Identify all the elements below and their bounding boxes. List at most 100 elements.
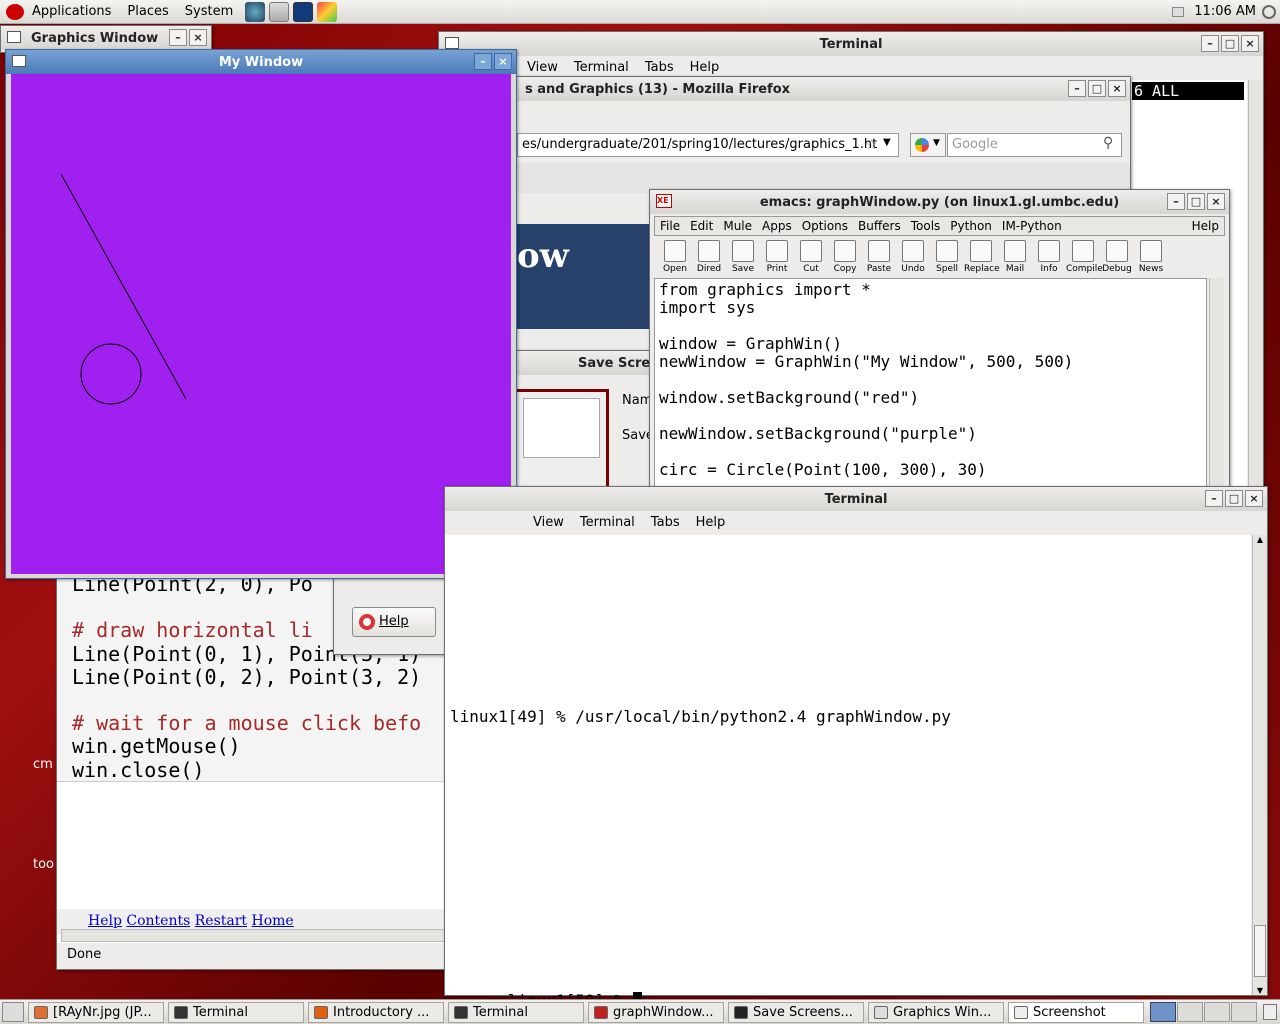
emacs-toolbar-print-button[interactable]: Print <box>760 238 794 278</box>
bookmark-star-icon[interactable]: ☆ <box>865 137 878 153</box>
close-button[interactable]: × <box>1207 193 1225 210</box>
emacs-scrollbar[interactable] <box>1209 278 1224 488</box>
emacs-titlebar[interactable]: XE emacs: graphWindow.py (on linux1.gl.u… <box>650 190 1229 214</box>
taskbar-item[interactable]: Graphics Win... <box>868 1001 1004 1023</box>
close-button[interactable]: × <box>189 29 207 46</box>
emacs-toolbar-debug-button[interactable]: Debug <box>1100 238 1134 278</box>
network-launcher-icon[interactable] <box>245 1 266 22</box>
emacs-buffer[interactable]: from graphics import * import sys window =… <box>654 278 1207 488</box>
close-button[interactable]: × <box>1108 80 1126 97</box>
maximize-button[interactable]: □ <box>1225 490 1243 507</box>
emacs-toolbar-open-button[interactable]: Open <box>658 238 692 278</box>
terminal-launcher-icon[interactable] <box>293 1 314 22</box>
search-input[interactable]: Google <box>947 133 1122 157</box>
emacs-toolbar-info-button[interactable]: Info <box>1032 238 1066 278</box>
minimize-button[interactable]: – <box>474 53 492 70</box>
show-desktop-icon[interactable] <box>2 1002 24 1022</box>
search-icon[interactable]: ⚲ <box>1103 135 1113 151</box>
minimize-button[interactable]: – <box>1167 193 1185 210</box>
emacs-toolbar-paste-button[interactable]: Paste <box>862 238 896 278</box>
close-button[interactable]: × <box>1245 490 1263 507</box>
close-button[interactable]: × <box>494 53 512 70</box>
emacs-toolbar-mail-button[interactable]: Mail <box>998 238 1032 278</box>
menu-view[interactable]: View <box>519 60 566 75</box>
minimize-button[interactable]: – <box>1205 490 1223 507</box>
menu-terminal[interactable]: Terminal <box>566 60 637 75</box>
workspace-switcher[interactable] <box>1150 1002 1257 1022</box>
trash-icon[interactable] <box>1263 1004 1277 1020</box>
close-button[interactable]: × <box>1241 35 1259 52</box>
terminal-front-titlebar[interactable]: Terminal – □ × <box>445 487 1267 511</box>
emacs-menu-python[interactable]: Python <box>945 219 997 233</box>
url-dropdown-icon[interactable]: ▼ <box>883 137 891 148</box>
tray-icon[interactable] <box>1172 6 1185 17</box>
url-bar[interactable]: es/undergraduate/201/spring10/lectures/g… <box>517 133 899 157</box>
clock[interactable]: 11:06 AM <box>1194 4 1256 19</box>
minimize-button[interactable]: – <box>1201 35 1219 52</box>
google-icon <box>915 138 929 152</box>
taskbar-item[interactable]: Save Screens... <box>728 1001 864 1023</box>
taskbar-item[interactable]: Terminal <box>168 1001 304 1023</box>
terminal-front-content[interactable]: linux1[49] % /usr/local/bin/python2.4 gr… <box>445 535 1251 1010</box>
terminal-front-scrollbar[interactable]: ▲ ▼ <box>1252 535 1267 995</box>
graph-canvas[interactable] <box>11 74 511 574</box>
redhat-logo-icon[interactable] <box>6 3 24 20</box>
emacs-menu-help[interactable]: Help <box>1187 219 1224 233</box>
emacs-menu-file[interactable]: File <box>655 219 685 233</box>
emacs-toolbar-copy-button[interactable]: Copy <box>828 238 862 278</box>
restart-link[interactable]: Restart <box>195 913 247 929</box>
contents-link[interactable]: Contents <box>126 913 190 929</box>
emacs-menu-apps[interactable]: Apps <box>757 219 797 233</box>
maximize-button[interactable]: □ <box>1088 80 1106 97</box>
scroll-up-arrow[interactable]: ▲ <box>1253 535 1267 544</box>
graphics-window-titlebar[interactable]: Graphics Window – × <box>1 26 211 50</box>
taskbar-item[interactable]: graphWindow... <box>588 1001 724 1023</box>
places-menu[interactable]: Places <box>119 4 176 19</box>
editor-launcher-icon[interactable] <box>317 1 338 22</box>
help-button[interactable]: Help <box>352 607 436 637</box>
menu-view[interactable]: View <box>525 515 572 530</box>
emacs-menu-mule[interactable]: Mule <box>718 219 757 233</box>
menu-tabs[interactable]: Tabs <box>637 60 682 75</box>
power-icon[interactable] <box>1262 4 1276 19</box>
system-menu[interactable]: System <box>177 4 241 19</box>
my-window-titlebar[interactable]: My Window – × <box>6 50 516 74</box>
emacs-toolbar-save-button[interactable]: Save <box>726 238 760 278</box>
emacs-toolbar-dired-button[interactable]: Dired <box>692 238 726 278</box>
scroll-down-arrow[interactable]: ▼ <box>1253 986 1267 995</box>
task-label: Graphics Win... <box>893 1004 992 1020</box>
firefox-titlebar[interactable]: s and Graphics (13) - Mozilla Firefox – □… <box>517 77 1130 101</box>
emacs-toolbar-undo-button[interactable]: Undo <box>896 238 930 278</box>
scroll-thumb[interactable] <box>1254 925 1266 977</box>
maximize-button[interactable]: □ <box>1221 35 1239 52</box>
emacs-menu-im-python[interactable]: IM-Python <box>997 219 1067 233</box>
terminal-back-titlebar[interactable]: Terminal – □ × <box>439 32 1263 56</box>
mail-launcher-icon[interactable] <box>269 1 290 22</box>
emacs-toolbar-compile-button[interactable]: Compile <box>1066 238 1103 278</box>
emacs-toolbar-replace-button[interactable]: Replace <box>964 238 1000 278</box>
taskbar-item[interactable]: Screenshot <box>1008 1001 1144 1023</box>
emacs-menu-buffers[interactable]: Buffers <box>853 219 906 233</box>
applications-menu[interactable]: Applications <box>24 4 119 19</box>
emacs-toolbar-cut-button[interactable]: Cut <box>794 238 828 278</box>
terminal-back-scrollbar[interactable] <box>1248 80 1263 500</box>
menu-help[interactable]: Help <box>682 60 728 75</box>
emacs-menu-options[interactable]: Options <box>797 219 853 233</box>
maximize-button[interactable]: □ <box>1187 193 1205 210</box>
horizontal-scrollbar[interactable] <box>61 929 445 942</box>
search-engine-button[interactable]: ▼ <box>910 133 946 157</box>
minimize-button[interactable]: – <box>169 29 187 46</box>
help-link[interactable]: Help <box>88 913 122 929</box>
emacs-toolbar-news-button[interactable]: News <box>1134 238 1168 278</box>
menu-terminal[interactable]: Terminal <box>572 515 643 530</box>
minimize-button[interactable]: – <box>1068 80 1086 97</box>
home-link[interactable]: Home <box>252 913 294 929</box>
taskbar-item[interactable]: Introductory ... <box>308 1001 444 1023</box>
menu-help[interactable]: Help <box>688 515 734 530</box>
emacs-menu-edit[interactable]: Edit <box>685 219 718 233</box>
emacs-menu-tools[interactable]: Tools <box>906 219 946 233</box>
taskbar-item[interactable]: Terminal <box>448 1001 584 1023</box>
emacs-toolbar-spell-button[interactable]: Spell <box>930 238 964 278</box>
taskbar-item[interactable]: [RAyNr.jpg (JP... <box>28 1001 164 1023</box>
menu-tabs[interactable]: Tabs <box>643 515 688 530</box>
